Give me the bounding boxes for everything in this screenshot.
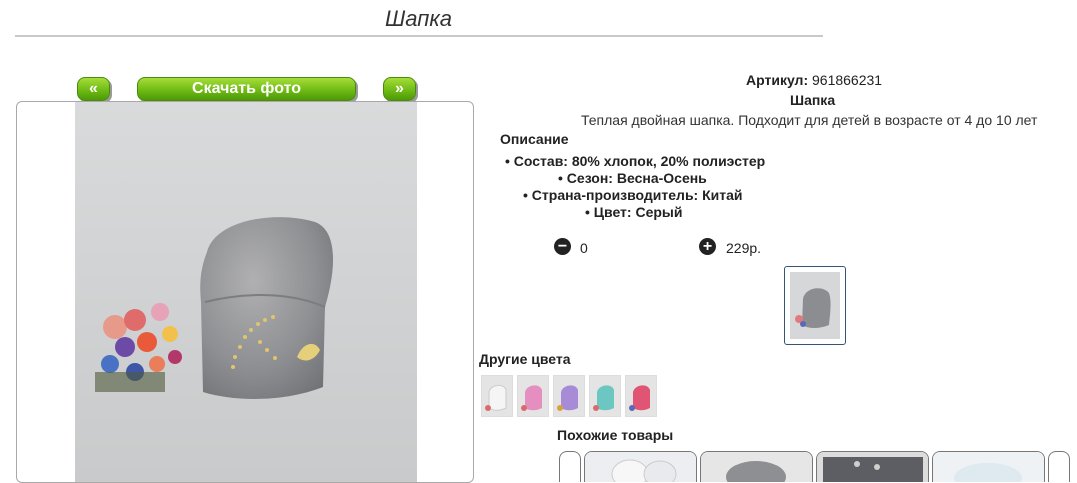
main-product-photo[interactable] xyxy=(75,102,417,482)
description-heading: Описание xyxy=(500,131,569,147)
thumbnail-image xyxy=(790,272,840,339)
photo-thumbnail[interactable] xyxy=(784,266,846,345)
other-colors-heading: Другие цвета xyxy=(479,351,571,367)
plus-icon[interactable]: + xyxy=(699,238,716,255)
color-swatch-purple[interactable] xyxy=(553,375,585,417)
minus-icon[interactable]: − xyxy=(554,238,571,255)
next-photo-button[interactable]: » xyxy=(383,77,416,101)
title-divider xyxy=(15,35,823,37)
product-summary: Теплая двойная шапка. Подходит для детей… xyxy=(581,112,1038,128)
similar-item[interactable] xyxy=(700,451,813,482)
similar-item[interactable] xyxy=(816,451,929,482)
similar-item[interactable] xyxy=(584,451,697,482)
similar-item[interactable] xyxy=(932,451,1045,482)
feature-item: Состав: 80% хлопок, 20% полиэстер xyxy=(505,153,765,169)
price-value: 229р. xyxy=(726,240,762,256)
similar-heading: Похожие товары xyxy=(557,427,674,443)
color-swatch-white[interactable] xyxy=(481,375,513,417)
feature-item: Цвет: Серый xyxy=(585,204,682,220)
color-swatch-pink[interactable] xyxy=(517,375,549,417)
prev-photo-button[interactable]: « xyxy=(77,77,110,101)
sku-label: Артикул: xyxy=(746,72,809,88)
product-name: Шапка xyxy=(790,92,836,108)
similar-prev-arrow[interactable] xyxy=(559,451,581,482)
similar-next-arrow[interactable] xyxy=(1048,451,1070,482)
quantity-value: 0 xyxy=(580,240,588,256)
main-photo-frame xyxy=(16,101,474,483)
download-photo-button[interactable]: Скачать фото xyxy=(137,77,356,101)
sku-value: 961866231 xyxy=(812,72,883,88)
page-title: Шапка xyxy=(385,6,452,31)
feature-item: Страна-производитель: Китай xyxy=(523,187,743,203)
color-swatch-red[interactable] xyxy=(625,375,657,417)
color-swatch-turquoise[interactable] xyxy=(589,375,621,417)
feature-item: Сезон: Весна-Осень xyxy=(558,170,707,186)
